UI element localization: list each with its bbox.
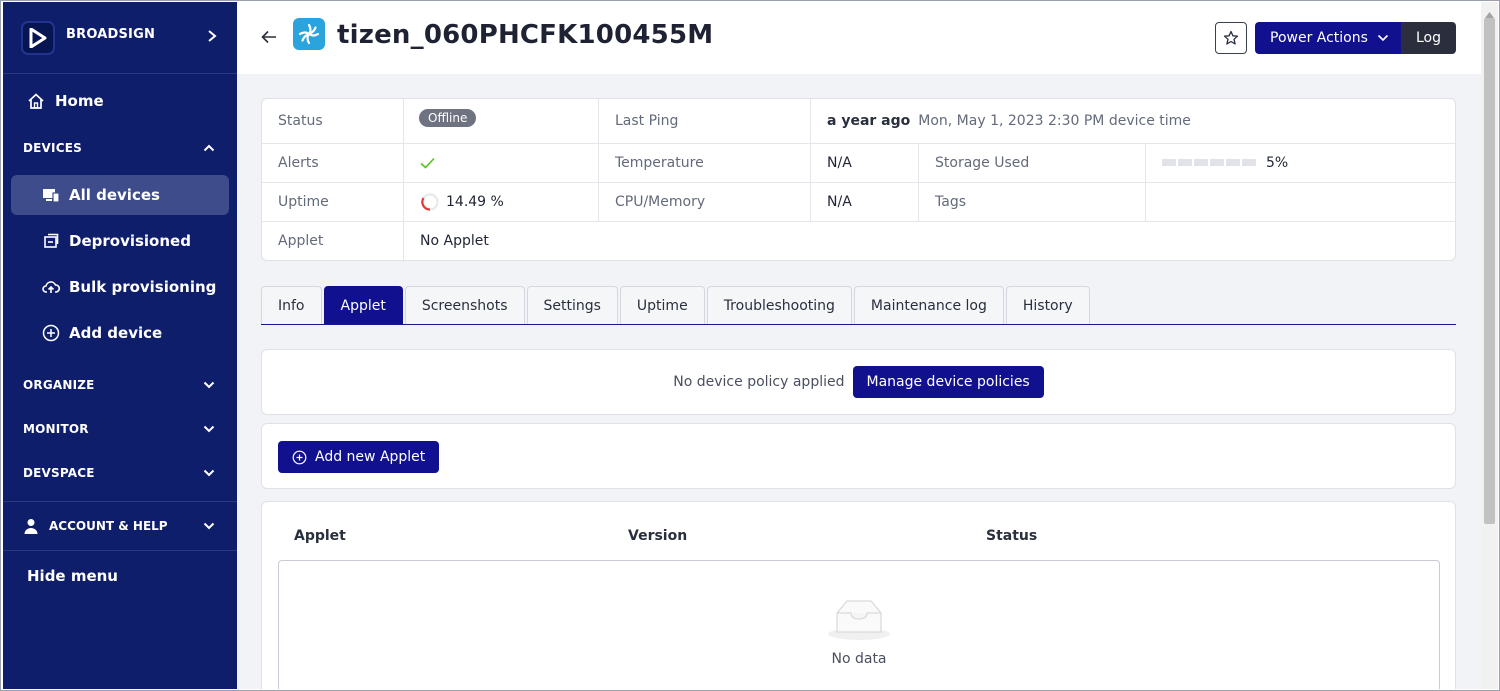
power-actions-button[interactable]: Power Actions xyxy=(1255,22,1401,54)
status-label: Status xyxy=(278,113,323,129)
cpu-memory-value: N/A xyxy=(827,193,852,210)
tizen-device-icon xyxy=(293,18,325,50)
sidebar-item-deprovisioned[interactable]: Deprovisioned xyxy=(11,221,229,261)
chevron-down-icon xyxy=(1377,34,1389,42)
policy-status-text: No device policy applied xyxy=(673,374,845,390)
applet-value: No Applet xyxy=(420,233,489,249)
chevron-down-icon xyxy=(203,422,215,436)
tab-screenshots[interactable]: Screenshots xyxy=(404,286,525,324)
section-organize[interactable]: ORGANIZE xyxy=(3,363,237,407)
section-devices[interactable]: DEVICES xyxy=(3,127,237,169)
hide-menu-button[interactable]: Hide menu xyxy=(3,551,237,601)
sidebar-item-add-device[interactable]: Add device xyxy=(11,313,229,353)
devices-icon xyxy=(41,187,61,203)
log-button[interactable]: Log xyxy=(1401,22,1456,54)
add-new-applet-button[interactable]: Add new Applet xyxy=(278,441,440,473)
chevron-down-icon xyxy=(203,466,215,480)
last-ping-label: Last Ping xyxy=(615,113,679,129)
check-icon xyxy=(420,157,435,169)
cpu-memory-label: CPU/Memory xyxy=(615,193,706,210)
status-badge: Offline xyxy=(419,109,477,127)
section-devspace-label: DEVSPACE xyxy=(23,466,95,480)
temperature-value: N/A xyxy=(827,154,852,171)
uptime-gauge-icon xyxy=(420,192,440,212)
section-monitor-label: MONITOR xyxy=(23,422,89,436)
brand-name: BROADSIGN xyxy=(66,27,156,42)
device-policy-card: No device policy applied Manage device p… xyxy=(261,349,1456,415)
brand-header[interactable]: BROADSIGN xyxy=(3,2,237,74)
storage-value: 5% xyxy=(1266,154,1289,171)
user-icon xyxy=(23,518,39,534)
uptime-value: 14.49 % xyxy=(446,193,504,210)
column-header-applet: Applet xyxy=(294,528,346,544)
storage-bar xyxy=(1162,159,1256,166)
deprovisioned-icon xyxy=(41,233,61,249)
temperature-label: Temperature xyxy=(615,154,704,171)
power-actions-label: Power Actions xyxy=(1270,30,1368,46)
empty-state: No data xyxy=(278,560,1440,689)
sidebar-item-label: Bulk provisioning xyxy=(69,278,217,296)
home-icon xyxy=(27,92,45,110)
sidebar-item-bulk-provisioning[interactable]: Bulk provisioning xyxy=(11,267,229,307)
nav-home[interactable]: Home xyxy=(3,75,237,127)
section-account-label: ACCOUNT & HELP xyxy=(49,519,168,533)
star-icon xyxy=(1223,30,1239,46)
device-info-card: Status Offline Last Ping a year ago Mon,… xyxy=(261,98,1456,262)
tab-applet[interactable]: Applet xyxy=(323,286,403,324)
device-tabs: Info Applet Screenshots Settings Uptime … xyxy=(261,286,1456,325)
section-organize-label: ORGANIZE xyxy=(23,378,95,392)
last-ping-ago: a year ago xyxy=(827,113,911,129)
tab-info[interactable]: Info xyxy=(261,286,322,324)
scrollbar-thumb[interactable] xyxy=(1484,18,1495,524)
section-devices-label: DEVICES xyxy=(23,141,82,155)
uptime-label: Uptime xyxy=(278,193,329,210)
chevron-down-icon xyxy=(203,519,215,533)
chevron-right-icon[interactable] xyxy=(207,29,217,47)
applet-label: Applet xyxy=(278,233,324,249)
add-circle-icon xyxy=(41,324,61,342)
add-circle-icon xyxy=(292,450,307,465)
tab-settings[interactable]: Settings xyxy=(526,286,618,324)
section-devspace[interactable]: DEVSPACE xyxy=(3,451,237,495)
sidebar: BROADSIGN Home DEVICES All devices Depro… xyxy=(3,2,237,689)
chevron-up-icon xyxy=(203,141,215,155)
section-monitor[interactable]: MONITOR xyxy=(3,407,237,451)
section-account-help[interactable]: ACCOUNT & HELP xyxy=(3,502,237,550)
sidebar-item-all-devices[interactable]: All devices xyxy=(11,175,229,215)
last-ping-time: Mon, May 1, 2023 2:30 PM device time xyxy=(918,113,1191,129)
applet-table: Applet Version Status No data xyxy=(261,501,1456,689)
sidebar-item-label: Add device xyxy=(69,324,163,342)
tab-uptime[interactable]: Uptime xyxy=(619,286,705,324)
sidebar-item-label: All devices xyxy=(69,186,160,204)
empty-inbox-icon xyxy=(827,599,891,645)
alerts-label: Alerts xyxy=(278,154,319,171)
favorite-button[interactable] xyxy=(1215,22,1247,54)
tab-maintenance-log[interactable]: Maintenance log xyxy=(853,286,1004,324)
column-header-version: Version xyxy=(628,528,688,544)
chevron-down-icon xyxy=(203,378,215,392)
nav-home-label: Home xyxy=(55,92,104,110)
scrollbar[interactable] xyxy=(1481,2,1498,689)
tab-history[interactable]: History xyxy=(1005,286,1090,324)
main-content: tizen_060PHCFK100455M Power Actions Log … xyxy=(237,2,1481,689)
empty-state-text: No data xyxy=(831,651,887,667)
manage-device-policies-button[interactable]: Manage device policies xyxy=(852,366,1044,398)
page-title: tizen_060PHCFK100455M xyxy=(337,20,714,50)
page-header: tizen_060PHCFK100455M Power Actions Log xyxy=(237,2,1481,74)
sidebar-item-label: Deprovisioned xyxy=(69,232,191,250)
cloud-upload-icon xyxy=(41,279,61,295)
add-applet-card: Add new Applet xyxy=(261,423,1456,489)
column-header-status: Status xyxy=(986,528,1038,544)
add-new-applet-label: Add new Applet xyxy=(315,449,426,465)
tab-troubleshooting[interactable]: Troubleshooting xyxy=(706,286,852,324)
tags-label: Tags xyxy=(935,193,966,210)
storage-label: Storage Used xyxy=(935,154,1030,171)
broadsign-logo-icon xyxy=(21,20,55,55)
back-arrow-icon[interactable] xyxy=(261,30,277,48)
